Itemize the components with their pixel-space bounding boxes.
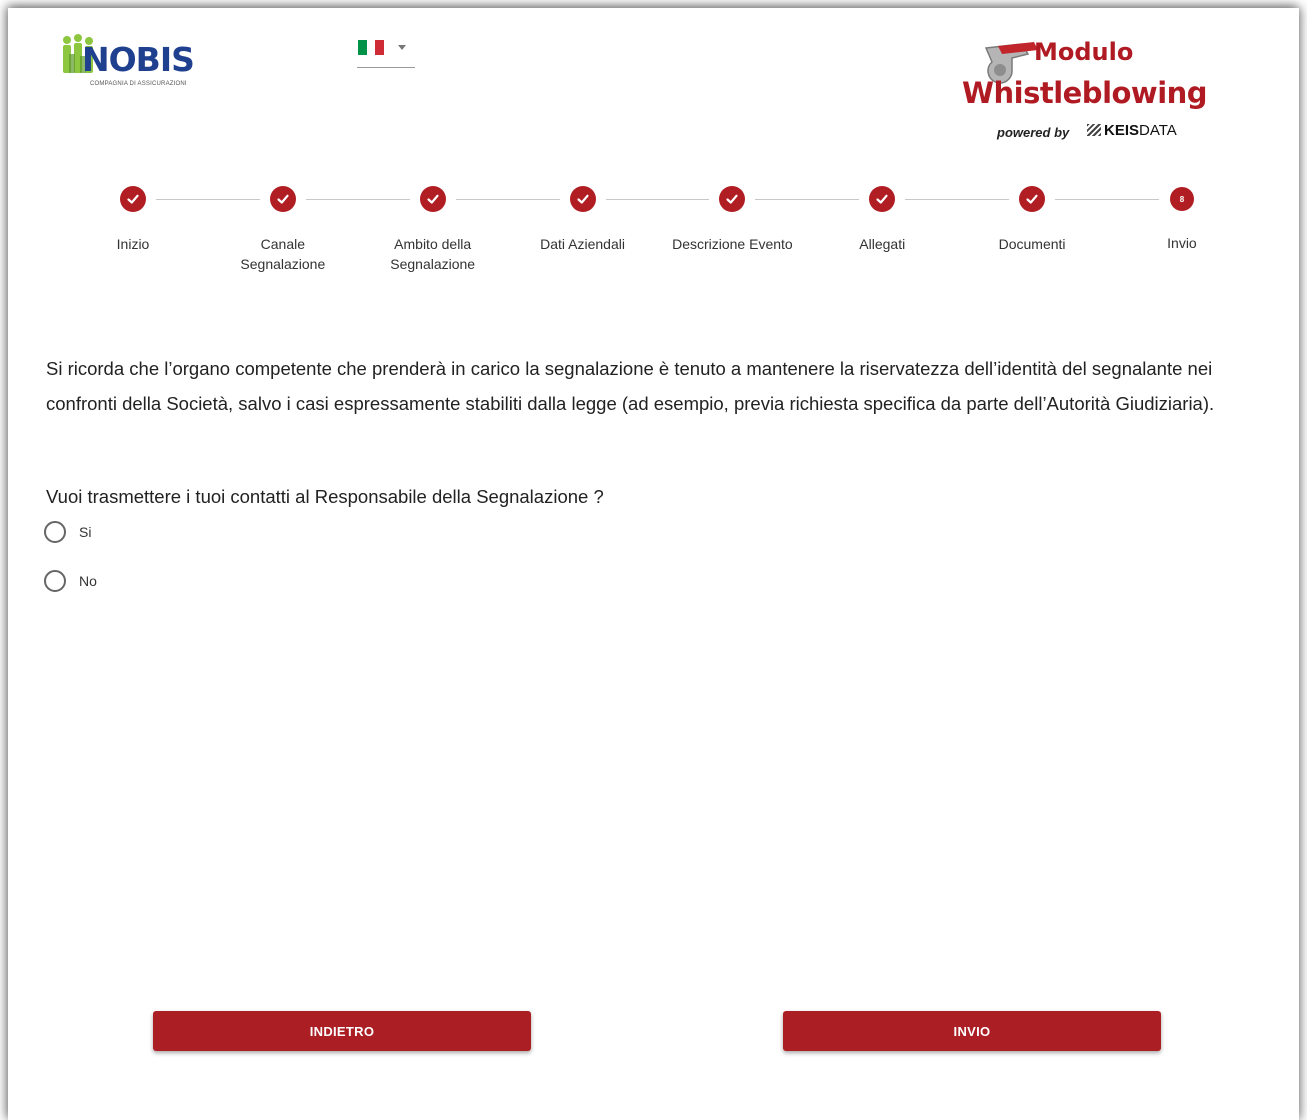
radio-si[interactable] <box>44 521 66 543</box>
flag-stripe-white <box>366 40 376 55</box>
italy-flag-icon <box>358 40 385 55</box>
contact-question: Vuoi trasmettere i tuoi contatti al Resp… <box>46 486 604 507</box>
step-label: Inizio <box>116 236 150 252</box>
whistleblowing-logo: Modulo Whistleblowing powered by KEISDAT… <box>952 36 1212 146</box>
step-number: 8 <box>1169 187 1194 211</box>
step-item: Documenti <box>957 184 1107 254</box>
check-icon <box>1019 186 1046 212</box>
option-no[interactable]: No <box>44 570 97 592</box>
step-item: Descrizione Evento <box>657 184 807 254</box>
step-label: Invio <box>1167 235 1197 251</box>
step-item: Inizio <box>58 184 208 254</box>
submit-button[interactable]: INVIO <box>783 1011 1161 1051</box>
step-label: Descrizione Evento <box>672 236 793 252</box>
logo-title-whistleblowing: Whistleblowing <box>962 76 1208 110</box>
keisdata-logo: KEISDATA <box>1087 122 1177 139</box>
step-label: Dati Aziendali <box>540 236 625 252</box>
progress-stepper: Inizio Canale Segnalazione Ambito della Se… <box>8 184 1299 284</box>
privacy-notice: Si ricorda che l’organo competente che p… <box>46 358 1215 414</box>
back-button[interactable]: INDIETRO <box>153 1011 531 1051</box>
keisdata-brand-bold: KEIS <box>1104 122 1140 139</box>
step-item: Ambito della Segnalazione <box>358 184 508 274</box>
nobis-logo: NOBIS COMPAGNIA DI ASSICURAZIONI <box>60 30 210 100</box>
step-item: 8 Invio <box>1107 184 1257 253</box>
page-frame: NOBIS COMPAGNIA DI ASSICURAZIONI Modulo … <box>8 8 1299 1120</box>
step-item: Allegati <box>807 184 957 254</box>
check-icon <box>419 186 446 212</box>
step-item: Dati Aziendali <box>508 184 658 254</box>
powered-by-text: powered by <box>997 125 1070 140</box>
option-no-label: No <box>79 573 97 589</box>
keisdata-mark-icon <box>1087 124 1101 136</box>
check-icon <box>569 186 596 212</box>
logo-title-modulo: Modulo <box>1034 38 1134 66</box>
step-label: Allegati <box>859 236 906 252</box>
step-item: Canale Segnalazione <box>208 184 358 274</box>
radio-no[interactable] <box>44 570 66 592</box>
nobis-wordmark: NOBIS <box>82 40 195 79</box>
option-si-label: Si <box>79 524 92 540</box>
option-si[interactable]: Si <box>44 521 91 543</box>
step-label: Documenti <box>998 236 1066 252</box>
check-icon <box>869 186 896 212</box>
check-icon <box>269 186 296 212</box>
flag-stripe-green <box>358 40 367 55</box>
step-label: Canale Segnalazione <box>240 236 326 272</box>
step-label: Ambito della Segnalazione <box>390 236 476 272</box>
chevron-down-icon <box>398 45 406 50</box>
keisdata-brand-light: DATA <box>1139 122 1177 139</box>
nobis-tagline: COMPAGNIA DI ASSICURAZIONI <box>90 81 187 87</box>
check-icon <box>120 186 146 212</box>
language-select[interactable] <box>357 38 415 68</box>
flag-stripe-red <box>375 40 385 55</box>
check-icon <box>719 186 746 212</box>
